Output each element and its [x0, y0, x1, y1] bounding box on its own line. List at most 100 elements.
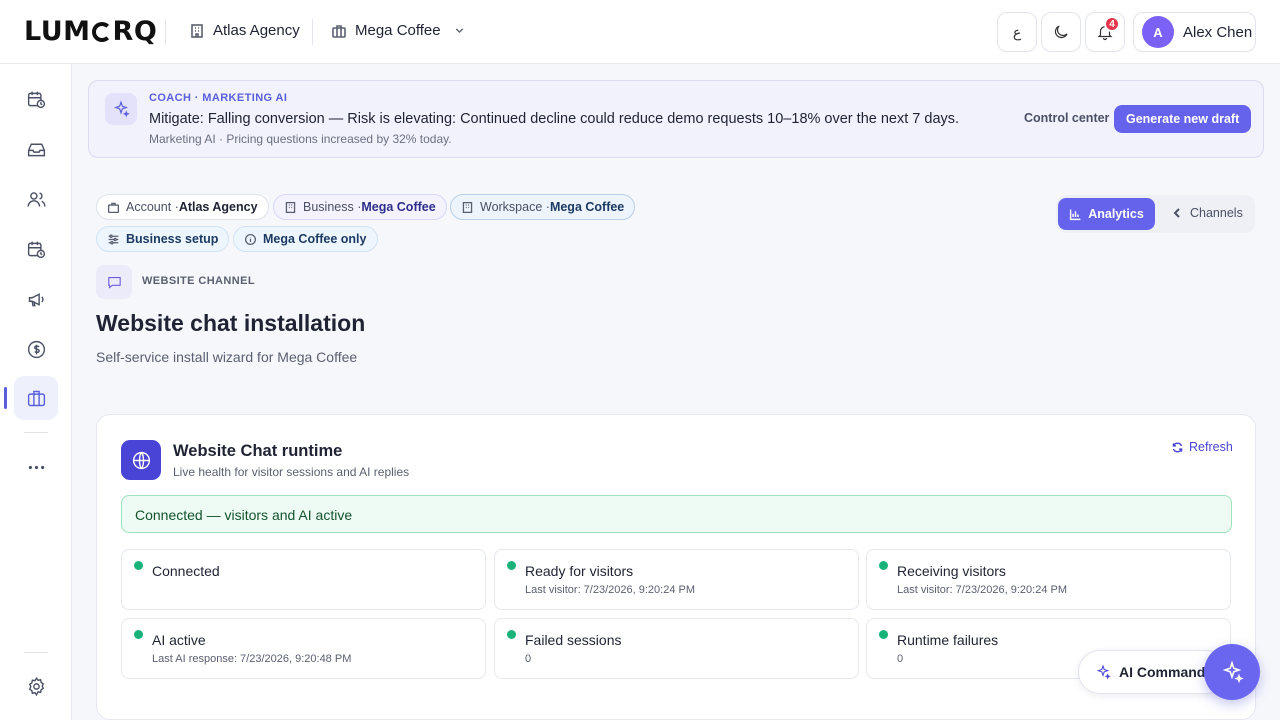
nav-inbox[interactable] [14, 127, 58, 171]
building-icon [285, 201, 296, 213]
nav-business[interactable] [14, 376, 58, 420]
stat-value: 0 [897, 653, 904, 665]
refresh-button[interactable]: Refresh [1171, 440, 1233, 454]
active-indicator [4, 387, 7, 409]
control-center-link[interactable]: Control center [1024, 111, 1109, 125]
chip-value: Mega Coffee [361, 200, 436, 214]
stat-value: Last visitor: 7/23/2026, 9:20:24 PM [525, 584, 695, 596]
calendar-clock-icon [27, 241, 45, 258]
runtime-subtitle: Live health for visitor sessions and AI … [173, 465, 410, 479]
account-switcher[interactable]: Atlas Agency [189, 22, 300, 39]
theme-toggle-button[interactable] [1041, 12, 1081, 52]
account-name: Atlas Agency [213, 22, 300, 39]
gear-icon [28, 676, 44, 696]
chip-label: Business · [303, 200, 362, 214]
nav-settings[interactable] [14, 664, 58, 708]
avatar: A [1142, 16, 1174, 48]
stat-card: Failed sessions 0 [494, 618, 859, 679]
nav-campaigns[interactable] [14, 277, 58, 321]
chip-label: Mega Coffee only [263, 232, 367, 246]
stat-card: Ready for visitors Last visitor: 7/23/20… [494, 549, 859, 610]
top-bar: LUM RQ Atlas Agency Mega Coffee ع 4 A Ale… [0, 0, 1280, 64]
status-dot [879, 561, 888, 570]
bar-chart-icon [1070, 209, 1081, 220]
chevron-left-icon [1173, 208, 1180, 218]
channels-tab[interactable]: Channels [1172, 206, 1243, 220]
channel-kicker: WEBSITE CHANNEL [142, 275, 255, 287]
notifications-button[interactable]: 4 [1085, 12, 1125, 52]
view-switcher: Analytics Channels [1056, 195, 1255, 233]
stat-value: Last visitor: 7/23/2026, 9:20:24 PM [897, 584, 1067, 596]
business-setup-chip[interactable]: Business setup [96, 226, 230, 252]
stat-label: Connected [152, 563, 220, 579]
stat-value: 0 [525, 653, 532, 665]
business-chip[interactable]: Business · Mega Coffee [273, 194, 447, 220]
chip-value: Mega Coffee [549, 200, 625, 214]
coach-banner: COACH · MARKETING AI Mitigate: Falling c… [88, 80, 1264, 158]
divider [165, 19, 166, 45]
stat-card: Connected [121, 549, 486, 610]
megaphone-icon [28, 292, 44, 306]
nav-billing[interactable] [14, 327, 58, 371]
business-switcher[interactable]: Mega Coffee [331, 22, 466, 39]
status-dot [879, 630, 888, 639]
chip-label: Workspace · [480, 200, 550, 214]
status-dot [507, 561, 516, 570]
chevron-down-icon [455, 28, 463, 34]
status-dot [134, 630, 143, 639]
sidebar [0, 64, 72, 720]
briefcase-icon [27, 390, 45, 406]
account-chip[interactable]: Account · Atlas Agency [96, 194, 269, 220]
nav-calendar[interactable] [14, 227, 58, 271]
divider [24, 652, 48, 653]
briefcase-icon [107, 202, 120, 213]
generate-draft-button[interactable]: Generate new draft [1114, 105, 1252, 133]
chip-label: Business setup [126, 232, 219, 246]
business-name: Mega Coffee [355, 22, 441, 39]
moon-icon [1054, 25, 1068, 39]
calendar-clock-icon [27, 91, 45, 108]
sparkles-icon [105, 93, 137, 125]
nav-more[interactable] [14, 445, 58, 489]
building-icon [191, 23, 203, 38]
coach-kicker: COACH · MARKETING AI [149, 92, 288, 104]
user-name: Alex Chen [1183, 23, 1253, 41]
stat-label: Receiving visitors [897, 563, 1006, 579]
page-subtitle: Self-service install wizard for Mega Cof… [96, 349, 358, 365]
dollar-icon [27, 340, 45, 358]
workspace-chip[interactable]: Workspace · Mega Coffee [450, 194, 636, 220]
info-icon [244, 233, 257, 245]
chip-value: Atlas Agency [178, 200, 258, 214]
refresh-icon [1172, 442, 1183, 452]
sparkles-icon [1222, 660, 1244, 684]
ai-assistant-fab[interactable] [1204, 644, 1260, 700]
connection-status-banner: Connected — visitors and AI active [121, 495, 1232, 533]
coach-message: Mitigate: Falling conversion — Risk is e… [149, 111, 960, 127]
nav-schedule[interactable] [14, 77, 58, 121]
stat-card: AI active Last AI response: 7/23/2026, 9… [121, 618, 486, 679]
analytics-tab[interactable]: Analytics [1058, 198, 1155, 230]
brand-logo[interactable]: LUM RQ [24, 16, 157, 47]
page-title: Website chat installation [96, 310, 366, 336]
language-button[interactable]: ع [997, 12, 1037, 52]
status-dot [134, 561, 143, 570]
coach-meta: Marketing AI · Pricing questions increas… [149, 132, 452, 146]
nav-contacts[interactable] [14, 177, 58, 221]
tab-label: Analytics [1088, 207, 1144, 221]
inbox-icon [27, 143, 45, 156]
user-menu[interactable]: A Alex Chen [1133, 12, 1256, 52]
tab-label: Channels [1190, 206, 1243, 220]
chip-label: Account · [126, 200, 179, 214]
sliders-icon [108, 234, 119, 244]
scope-chip[interactable]: Mega Coffee only [233, 226, 378, 252]
more-horizontal-icon [28, 465, 44, 469]
divider [24, 432, 48, 433]
stat-label: Runtime failures [897, 632, 999, 648]
runtime-title: Website Chat runtime [173, 442, 343, 460]
chat-bubble-icon [96, 265, 132, 299]
refresh-label: Refresh [1189, 440, 1233, 454]
language-label: ع [1012, 23, 1022, 40]
status-dot [507, 630, 516, 639]
briefcase-icon [332, 24, 346, 38]
globe-icon [121, 440, 161, 480]
